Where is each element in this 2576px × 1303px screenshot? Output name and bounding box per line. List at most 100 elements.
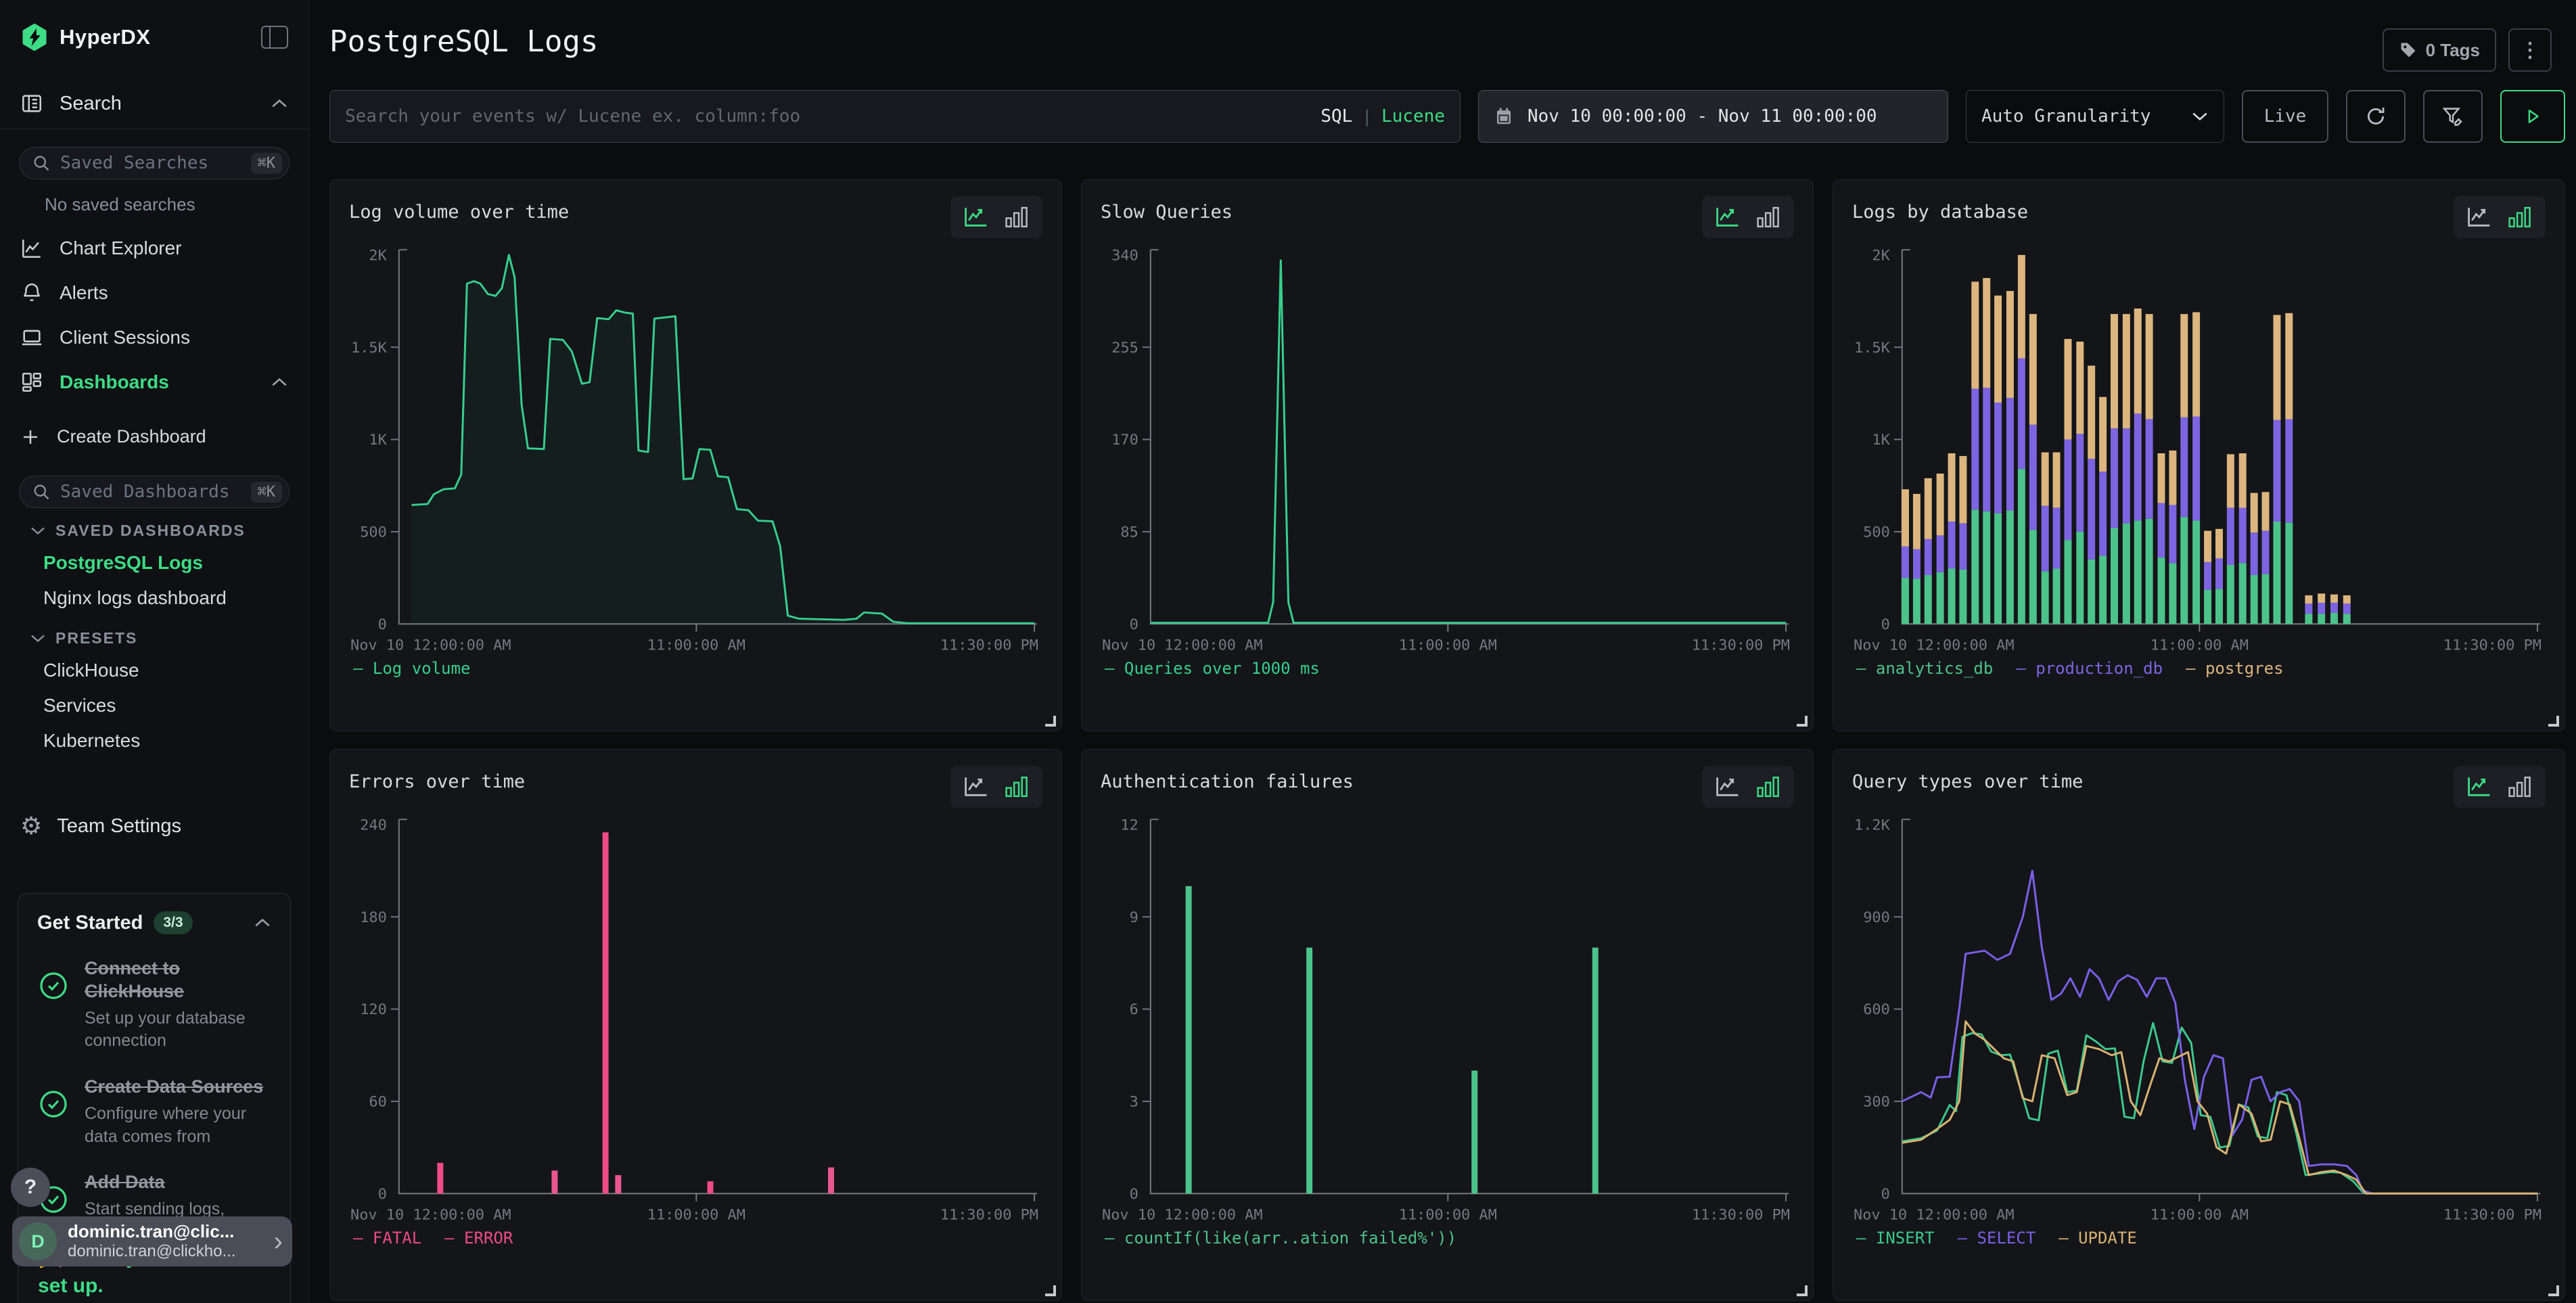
create-dashboard-button[interactable]: Create Dashboard <box>0 415 308 458</box>
legend-item[interactable]: — analytics_db <box>1856 659 1993 678</box>
time-range-value: Nov 10 00:00:00 - Nov 11 00:00:00 <box>1527 106 1877 127</box>
svg-text:600: 600 <box>1863 1002 1890 1018</box>
presets-group-toggle[interactable]: PRESETS <box>0 616 308 653</box>
filter-button[interactable] <box>2423 90 2483 143</box>
chart-canvas[interactable]: 2K1.5K1K5000Nov 10 12:00:00 AM11:00:00 A… <box>1852 238 2546 658</box>
get-started-step-data-sources[interactable]: Create Data Sources Configure where your… <box>37 1076 271 1148</box>
step-title: Create Data Sources <box>85 1076 271 1099</box>
chevron-up-icon[interactable] <box>271 98 288 109</box>
query-mode-lucene[interactable]: Lucene <box>1381 106 1445 127</box>
line-view-button[interactable] <box>963 206 990 229</box>
help-button[interactable]: ? <box>11 1168 50 1207</box>
preset-link-kubernetes[interactable]: Kubernetes <box>0 723 308 758</box>
legend-item[interactable]: — postgres <box>2186 659 2284 678</box>
play-icon <box>2523 106 2543 127</box>
line-view-button[interactable] <box>1714 206 1741 229</box>
event-search-placeholder: Search your events w/ Lucene ex. column:… <box>345 106 1308 127</box>
line-view-button[interactable] <box>2466 206 2493 229</box>
svg-text:2K: 2K <box>1872 248 1889 264</box>
sidebar-item-alerts[interactable]: Alerts <box>0 271 308 315</box>
svg-text:11:00:00 AM: 11:00:00 AM <box>647 1207 745 1223</box>
search-section-icon <box>20 92 43 115</box>
dashboard-link-postgresql-logs[interactable]: PostgreSQL Logs <box>0 545 308 580</box>
bell-icon <box>20 281 43 304</box>
panel-resize-handle[interactable] <box>2548 716 2559 727</box>
chart-canvas[interactable]: 240180120600Nov 10 12:00:00 AM11:00:00 A… <box>349 808 1042 1227</box>
line-view-button[interactable] <box>2466 775 2493 798</box>
svg-text:Nov 10 12:00:00 AM: Nov 10 12:00:00 AM <box>1854 637 2015 654</box>
legend-item[interactable]: — UPDATE <box>2058 1229 2137 1248</box>
get-started-step-connect[interactable]: Connect to ClickHouse Set up your databa… <box>37 957 271 1053</box>
preset-link-clickhouse[interactable]: ClickHouse <box>0 653 308 688</box>
svg-text:1K: 1K <box>1872 432 1889 449</box>
panel-resize-handle[interactable] <box>1797 716 1808 727</box>
legend-item[interactable]: — ERROR <box>444 1229 513 1248</box>
step-description: Set up your database connection <box>85 1007 271 1053</box>
chart-legend: — analytics_db — production_db — postgres <box>1852 659 2546 678</box>
chart-canvas[interactable]: 1.2K9006003000Nov 10 12:00:00 AM11:00:00… <box>1852 808 2546 1227</box>
saved-searches-input[interactable]: Saved Searches ⌘K <box>19 147 290 179</box>
sidebar-collapse-icon[interactable] <box>261 26 288 49</box>
refresh-button[interactable] <box>2346 90 2406 143</box>
dashboard-link-nginx-logs[interactable]: Nginx logs dashboard <box>0 580 308 616</box>
query-mode-sql[interactable]: SQL <box>1320 106 1352 127</box>
chart-title: Authentication failures <box>1101 771 1354 792</box>
sidebar-item-search[interactable]: Search <box>0 78 308 129</box>
time-range-picker[interactable]: Nov 10 00:00:00 - Nov 11 00:00:00 <box>1478 90 1948 143</box>
chart-canvas[interactable]: 2K1.5K1K5000Nov 10 12:00:00 AM11:00:00 A… <box>349 238 1042 658</box>
user-menu[interactable]: D dominic.tran@clic... dominic.tran@clic… <box>12 1216 292 1266</box>
hyperdx-logo-icon <box>20 23 49 51</box>
saved-dashboards-group-toggle[interactable]: SAVED DASHBOARDS <box>0 508 308 545</box>
line-view-button[interactable] <box>1714 775 1741 798</box>
legend-item[interactable]: — Log volume <box>353 659 470 678</box>
bar-view-button[interactable] <box>1003 206 1030 229</box>
preset-link-services[interactable]: Services <box>0 688 308 723</box>
panel-resize-handle[interactable] <box>1045 716 1056 727</box>
sidebar-item-chart-explorer[interactable]: Chart Explorer <box>0 226 308 271</box>
chart-canvas[interactable]: 340255170850Nov 10 12:00:00 AM11:00:00 A… <box>1101 238 1794 658</box>
bar-view-button[interactable] <box>2506 206 2533 229</box>
bar-view-button[interactable] <box>1755 206 1782 229</box>
sidebar-item-label: Chart Explorer <box>60 237 182 259</box>
legend-item[interactable]: — FATAL <box>353 1229 421 1248</box>
legend-item[interactable]: — Queries over 1000 ms <box>1105 659 1320 678</box>
plus-icon <box>20 427 41 447</box>
dashboard-menu-button[interactable]: ⋮ <box>2508 28 2552 72</box>
saved-dashboards-input[interactable]: Saved Dashboards ⌘K <box>19 476 290 508</box>
sidebar-item-dashboards[interactable]: Dashboards <box>0 360 308 405</box>
legend-item[interactable]: — SELECT <box>1958 1229 2036 1248</box>
granularity-select[interactable]: Auto Granularity <box>1966 90 2224 143</box>
chart-title: Slow Queries <box>1101 202 1233 223</box>
svg-text:1.5K: 1.5K <box>351 340 387 356</box>
panel-resize-handle[interactable] <box>2548 1285 2559 1296</box>
bar-view-button[interactable] <box>2506 775 2533 798</box>
main-content: PostgreSQL Logs 0 Tags ⋮ Search your eve… <box>309 0 2576 1303</box>
sidebar-item-client-sessions[interactable]: Client Sessions <box>0 315 308 360</box>
bar-view-button[interactable] <box>1003 775 1030 798</box>
chevron-up-icon[interactable] <box>271 377 288 388</box>
run-query-button[interactable] <box>2500 90 2565 143</box>
chart-canvas[interactable]: 129630Nov 10 12:00:00 AM11:00:00 AM11:30… <box>1101 808 1794 1227</box>
bar-view-button[interactable] <box>1755 775 1782 798</box>
chevron-down-icon <box>30 633 46 643</box>
line-view-button[interactable] <box>963 775 990 798</box>
panel-resize-handle[interactable] <box>1797 1285 1808 1296</box>
chevron-up-icon[interactable] <box>254 917 271 928</box>
mode-divider: | <box>1364 106 1369 127</box>
get-started-header[interactable]: Get Started 3/3 <box>37 911 271 934</box>
refresh-icon <box>2364 105 2387 128</box>
chart-title: Log volume over time <box>349 202 569 223</box>
chart-view-toolbar <box>950 766 1042 808</box>
brand-link[interactable]: HyperDX <box>20 23 150 51</box>
panel-resize-handle[interactable] <box>1045 1285 1056 1296</box>
legend-item[interactable]: — INSERT <box>1856 1229 1935 1248</box>
sidebar-item-team-settings[interactable]: ⚙ Team Settings <box>0 802 308 850</box>
legend-item[interactable]: — countIf(like(arr..ation failed%')) <box>1105 1229 1456 1248</box>
svg-text:500: 500 <box>1863 524 1890 541</box>
event-search-input[interactable]: Search your events w/ Lucene ex. column:… <box>329 90 1460 143</box>
svg-text:Nov 10 12:00:00 AM: Nov 10 12:00:00 AM <box>350 637 511 654</box>
live-button[interactable]: Live <box>2242 90 2328 143</box>
legend-item[interactable]: — production_db <box>2016 659 2163 678</box>
chart-legend: — INSERT — SELECT — UPDATE <box>1852 1229 2546 1248</box>
tags-button[interactable]: 0 Tags <box>2383 28 2496 72</box>
